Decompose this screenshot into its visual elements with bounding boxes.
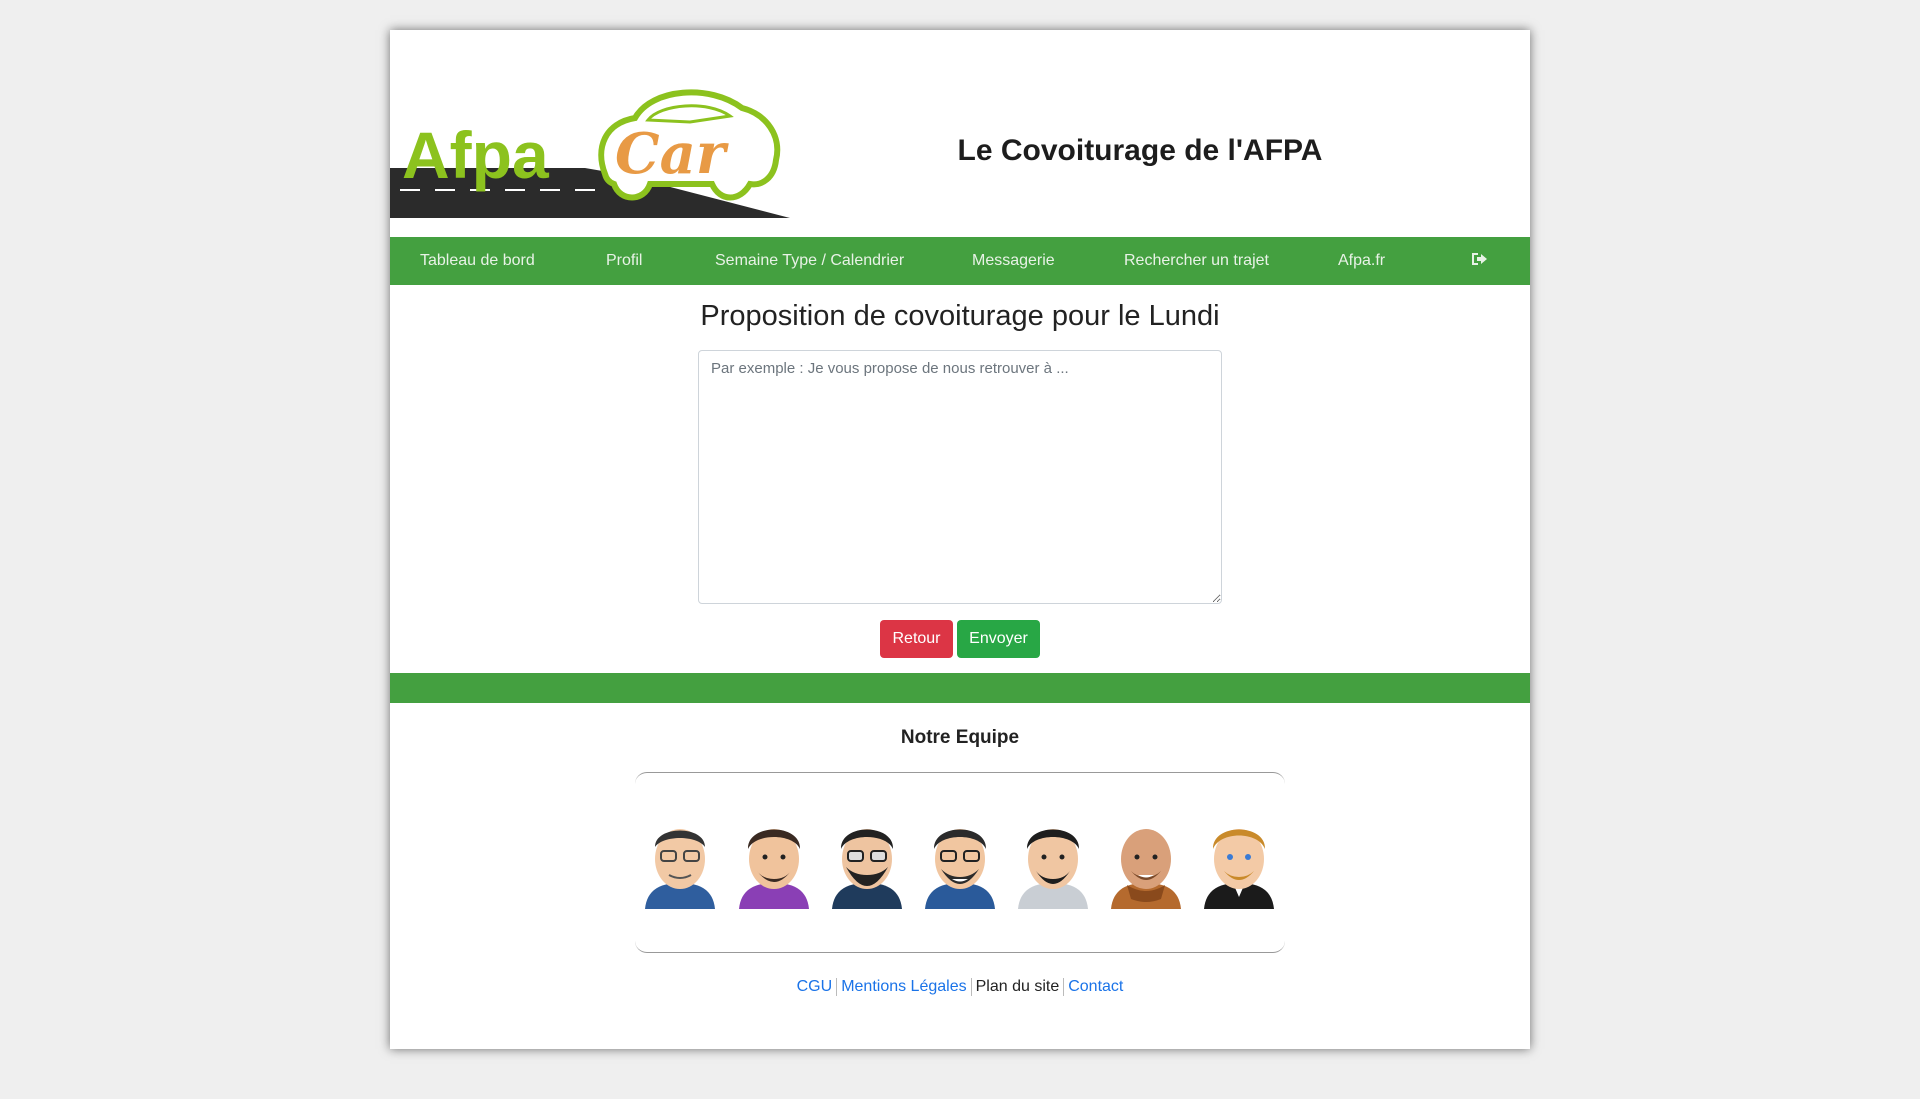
cgu-link[interactable]: CGU [797,978,833,995]
svg-text:Car: Car [615,121,729,187]
footer-separator [836,978,838,996]
avatar-icon [645,829,715,909]
site-header: Afpa Car Le Covoiturage de l'AFPA [390,30,1530,237]
nav-item-semaine-type[interactable]: Semaine Type / Calendrier [715,237,904,285]
avatar-icon [1018,829,1088,909]
envoyer-button[interactable]: Envoyer [957,620,1040,658]
nav-item-messagerie[interactable]: Messagerie [972,237,1055,285]
team-avatars-box [635,772,1285,953]
nav-item-profil[interactable]: Profil [606,237,642,285]
plan-du-site-text: Plan du site [975,978,1060,996]
nav-item-afpa-fr[interactable]: Afpa.fr [1338,237,1385,285]
message-textarea[interactable] [698,350,1222,604]
footer-links: CGU Mentions Légales Plan du site Contact [390,978,1530,996]
svg-text:Afpa: Afpa [402,118,550,192]
retour-button[interactable]: Retour [880,620,953,658]
section-divider-band [390,673,1530,703]
nav-item-rechercher-trajet[interactable]: Rechercher un trajet [1124,237,1269,285]
afpacar-logo: Afpa Car [390,89,790,218]
sign-out-icon[interactable] [1470,251,1488,267]
contact-link[interactable]: Contact [1068,978,1123,995]
main-navbar: Tableau de bord Profil Semaine Type / Ca… [390,237,1530,285]
avatar-icon [739,829,809,909]
nav-item-tableau-de-bord[interactable]: Tableau de bord [420,237,535,285]
avatar-icon [925,829,995,909]
avatar-icon [832,829,902,909]
footer-separator [1063,978,1065,996]
avatar-icon [1204,829,1274,909]
page-container: Afpa Car Le Covoiturage de l'AFPA Tablea… [390,30,1530,1049]
site-title: Le Covoiturage de l'AFPA [957,134,1323,167]
avatar-icon [1111,829,1181,909]
mentions-legales-link[interactable]: Mentions Légales [841,978,966,995]
form-title: Proposition de covoiturage pour le Lundi [700,300,1220,332]
footer-separator [970,978,972,996]
team-title: Notre Equipe [900,727,1020,748]
